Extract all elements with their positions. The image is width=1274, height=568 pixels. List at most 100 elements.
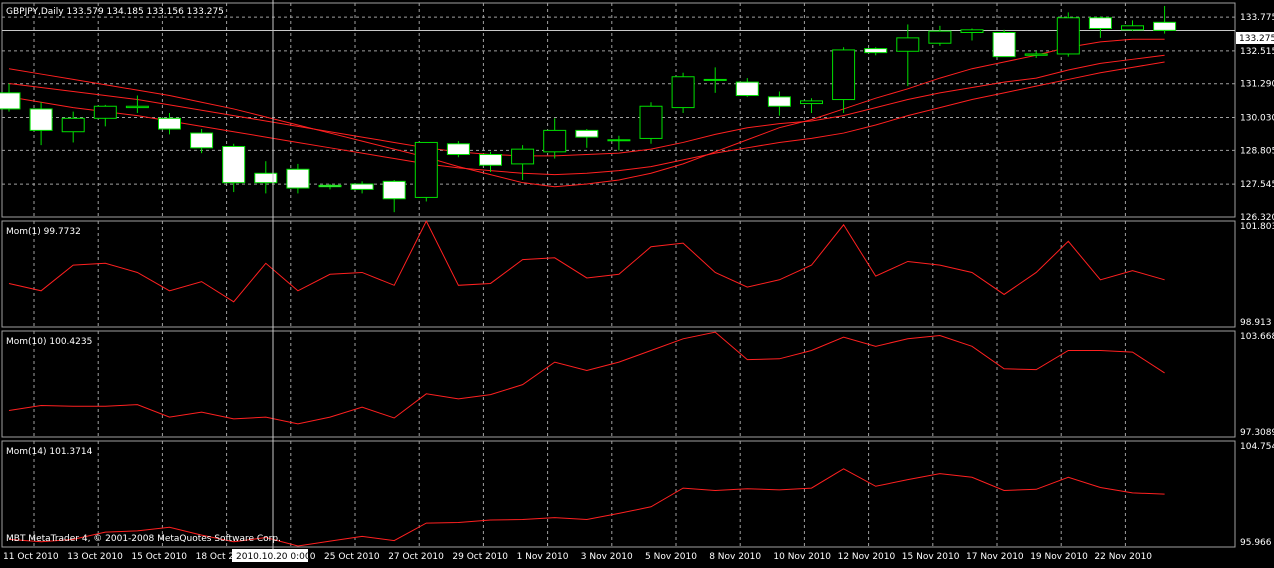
candle[interactable] <box>318 184 342 190</box>
candle-body-bear <box>29 108 53 131</box>
candle-body-bear <box>1153 21 1177 31</box>
candle[interactable] <box>703 67 727 93</box>
candle[interactable] <box>543 118 567 159</box>
candle[interactable] <box>735 78 759 97</box>
mom1-pane[interactable] <box>8 219 1165 303</box>
time-axis-tick: 17 Nov 2010 <box>966 552 1024 562</box>
time-axis-tick: 27 Oct 2010 <box>388 552 444 562</box>
candle[interactable] <box>671 72 695 113</box>
candle-body-bear <box>767 96 791 107</box>
momentum-axis-tick: 97.3089 <box>1240 428 1274 438</box>
candle-body-bull <box>960 29 984 33</box>
candle[interactable] <box>639 102 663 144</box>
candle-body-bull <box>125 105 149 109</box>
candle[interactable] <box>222 143 246 193</box>
candle[interactable] <box>800 98 823 113</box>
candle[interactable] <box>992 29 1016 58</box>
candle[interactable] <box>511 145 535 180</box>
candle[interactable] <box>446 141 470 158</box>
candle-body-bull <box>414 141 438 198</box>
time-axis-tick: 5 Nov 2010 <box>645 552 697 562</box>
price-axis-tick: 128.805 <box>1240 146 1274 156</box>
candle-body-bear <box>286 168 310 189</box>
candle-body-bull <box>896 37 920 52</box>
metatrader-chart-window[interactable]: 133.775 132.515 131.290 130.030 128.805 127.5… <box>0 0 1274 564</box>
time-axis-tick: 3 Nov 2010 <box>581 552 633 562</box>
candle-body-bear <box>350 183 374 190</box>
candle-body-bull <box>1121 25 1144 31</box>
time-axis-tick: 19 Nov 2010 <box>1030 552 1088 562</box>
candle[interactable] <box>414 141 438 202</box>
momentum-axis-tick: 101.803 <box>1240 222 1274 232</box>
time-axis-tick: 8 Nov 2010 <box>709 552 761 562</box>
time-axis-tick: 22 Nov 2010 <box>1094 552 1152 562</box>
candle[interactable] <box>1153 5 1177 34</box>
candle-body-bull <box>703 78 727 81</box>
price-axis-tick: 132.515 <box>1240 47 1274 57</box>
candle-body-bear <box>446 143 470 156</box>
candle-body-bear <box>222 145 246 184</box>
price-pane[interactable] <box>0 5 1235 213</box>
momentum-axis-tick: 104.754 <box>1240 442 1274 452</box>
candle[interactable] <box>1121 20 1144 32</box>
time-axis-tick: 12 Nov 2010 <box>838 552 896 562</box>
candle[interactable] <box>960 28 984 41</box>
candle[interactable] <box>93 104 117 127</box>
candle[interactable] <box>0 83 21 112</box>
candle[interactable] <box>1056 12 1080 57</box>
momentum-axis-tick: 95.966 <box>1240 538 1272 548</box>
candle[interactable] <box>864 47 888 56</box>
candle-body-bull <box>928 30 952 44</box>
candle[interactable] <box>832 47 856 113</box>
candle[interactable] <box>61 111 85 143</box>
pane-frames <box>1 2 1236 548</box>
price-axis-tick: 127.545 <box>1240 180 1274 190</box>
candle[interactable] <box>928 25 952 46</box>
candle-body-bear <box>318 184 342 188</box>
time-axis-tick: 13 Oct 2010 <box>67 552 123 562</box>
candle-body-bull <box>61 117 85 133</box>
candle[interactable] <box>350 181 374 194</box>
candle[interactable] <box>286 163 310 194</box>
candle[interactable] <box>479 151 502 172</box>
crosshair-time-label: 2010.10.20 0:00 <box>236 552 311 562</box>
time-axis-tick: 10 Nov 2010 <box>773 552 831 562</box>
candle-body-bear <box>158 117 181 130</box>
pane-frame-2 <box>1 330 1236 438</box>
pane-frame-0 <box>1 2 1236 218</box>
candle[interactable] <box>382 179 406 213</box>
symbol-header: GBPJPY,Daily 133.579 134.185 133.156 133… <box>6 7 224 17</box>
candle-body-bear <box>190 132 214 149</box>
candle-body-bear <box>479 154 502 166</box>
candle[interactable] <box>896 24 920 87</box>
momentum-line <box>8 331 1165 425</box>
candle-body-bull <box>1056 17 1080 55</box>
price-overlay-line-2 <box>8 38 1165 188</box>
candle[interactable] <box>158 112 181 135</box>
candle-body-bear <box>382 180 406 200</box>
candle-body-bear <box>864 48 888 54</box>
candle-body-bull <box>671 76 695 109</box>
time-axis-tick: 25 Oct 2010 <box>324 552 380 562</box>
mom1-title: Mom(1) 99.7732 <box>6 227 81 237</box>
candle[interactable] <box>607 135 631 151</box>
chart-canvas[interactable]: 133.775 132.515 131.290 130.030 128.805 127.5… <box>0 0 1274 564</box>
candle-body-bull <box>639 105 663 139</box>
candle[interactable] <box>575 129 599 148</box>
candle[interactable] <box>29 102 53 146</box>
candle[interactable] <box>767 91 791 116</box>
momentum-axis-tick: 98.913 <box>1240 318 1272 328</box>
time-axis-tick: 11 Oct 2010 <box>3 552 59 562</box>
time-axis-tick: 29 Oct 2010 <box>452 552 508 562</box>
candle-body-bull <box>93 105 117 119</box>
candle-body-bull <box>543 129 567 153</box>
time-axis-tick: 15 Oct 2010 <box>131 552 187 562</box>
candle[interactable] <box>1088 16 1112 38</box>
grid-layer <box>2 3 1235 547</box>
mom10-pane[interactable] <box>8 331 1165 425</box>
candle[interactable] <box>190 129 214 154</box>
momentum-axis-tick: 103.668 <box>1240 332 1274 342</box>
mom14-title: Mom(14) 101.3714 <box>6 447 93 457</box>
price-axis-tick: 133.775 <box>1240 13 1274 23</box>
axis-layer: 133.775 132.515 131.290 130.030 128.805 127.5… <box>3 13 1274 562</box>
